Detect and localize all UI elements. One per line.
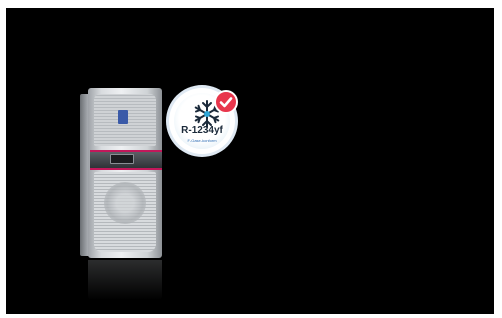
product-photo-stage: R-1234yf F-Gase-konform — [6, 8, 494, 314]
refrigerant-caption: F-Gase-konform — [187, 138, 217, 143]
control-display — [110, 154, 134, 164]
check-badge — [214, 90, 238, 114]
checkmark-icon — [219, 97, 233, 108]
floor-reflection — [88, 260, 162, 300]
cooling-unit — [80, 88, 162, 258]
brand-logo — [118, 110, 128, 124]
fan-area — [104, 182, 146, 224]
refrigerant-code: R-1234yf — [181, 125, 223, 136]
